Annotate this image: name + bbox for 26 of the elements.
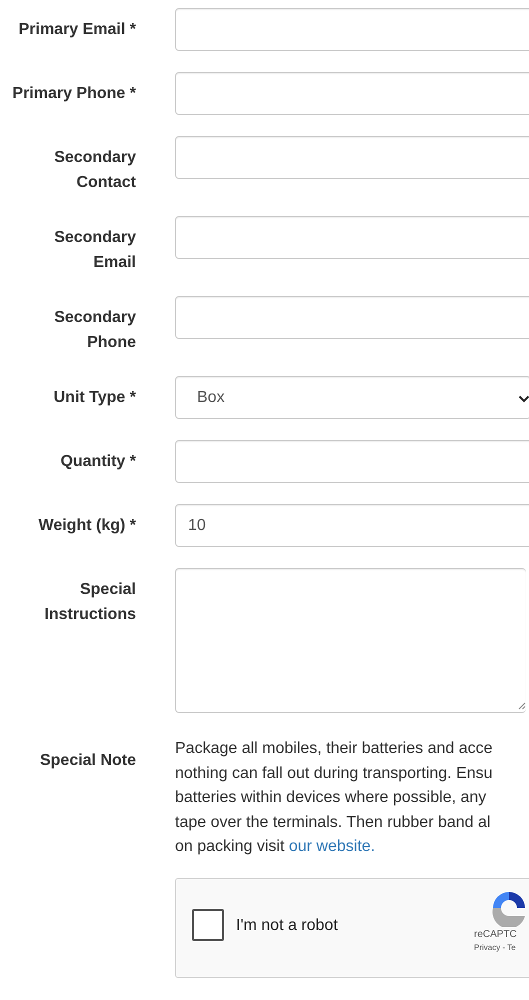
privacy-terms-link[interactable]: Privacy - Te xyxy=(474,942,516,952)
field-label: Secondary Phone xyxy=(53,308,136,353)
field-label: Weight (kg) * xyxy=(38,516,136,536)
input-field[interactable] xyxy=(175,296,529,339)
field-label: Unit Type * xyxy=(52,388,136,408)
field-label: Primary Email * xyxy=(18,20,136,40)
field-label: Primary Phone * xyxy=(11,84,136,104)
field-label: Secondary Contact xyxy=(53,148,136,193)
field-label: Special Note xyxy=(38,751,136,771)
input-field[interactable] xyxy=(175,440,529,483)
captcha-checkbox[interactable] xyxy=(192,908,224,940)
select-field[interactable]: Box xyxy=(175,376,529,419)
captcha-label: I'm not a robot xyxy=(236,916,338,934)
chevron-down-icon xyxy=(518,395,529,403)
field-label: Special Instructions xyxy=(43,580,136,625)
input-field[interactable] xyxy=(175,8,529,51)
recaptcha-text: reCAPTC xyxy=(474,928,517,940)
input-field[interactable]: 10 xyxy=(175,504,529,547)
input-field[interactable] xyxy=(175,216,529,259)
input-field[interactable] xyxy=(175,72,529,115)
website-link[interactable]: our website. xyxy=(288,838,376,855)
field-label: Quantity * xyxy=(59,452,136,472)
field-label: Secondary Email xyxy=(53,228,136,273)
resize-handle-icon[interactable] xyxy=(518,702,526,710)
input-field[interactable] xyxy=(175,136,529,179)
special-note-text: Package all mobiles, their batteries and acce nothing can fall out during transporting. Ensu batteries within devices where possible, any tape over the terminals. Then rubber band al on packing visit our website. xyxy=(175,739,494,857)
